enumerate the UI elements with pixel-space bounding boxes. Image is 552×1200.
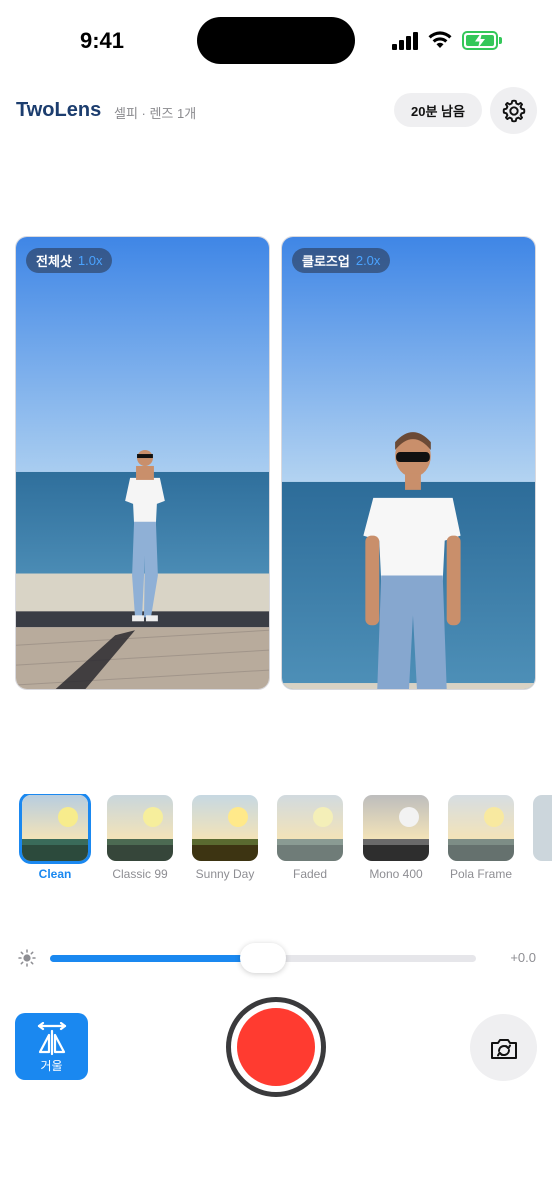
filter-strip[interactable]: Clean Classic 99 Sunny Day Faded Mono 40… bbox=[0, 794, 552, 884]
lens-badge-full: 전체샷 1.0x bbox=[26, 248, 113, 273]
lens-zoom: 2.0x bbox=[355, 253, 381, 268]
settings-button[interactable] bbox=[490, 87, 537, 134]
wifi-icon bbox=[428, 31, 452, 48]
app-subtitle: 셀피 · 렌즈 1개 bbox=[114, 106, 197, 121]
lens-zoom: 1.0x bbox=[77, 253, 103, 268]
lens-label: 전체샷 bbox=[36, 254, 72, 269]
gear-icon bbox=[502, 99, 525, 122]
full-shot-photo bbox=[16, 237, 269, 689]
record-button[interactable] bbox=[226, 997, 326, 1097]
mirror-flip-icon bbox=[37, 1022, 67, 1056]
cellular-signal-icon bbox=[392, 32, 420, 50]
filter-label: Sunny Day bbox=[195, 867, 255, 881]
battery-icon bbox=[462, 31, 498, 50]
filter-thumbnail bbox=[448, 795, 514, 861]
filter-item-sunny-day[interactable]: Sunny Day bbox=[191, 794, 259, 881]
filter-thumbnail bbox=[533, 795, 552, 861]
exposure-slider-thumb[interactable] bbox=[240, 943, 286, 973]
time-remaining-pill[interactable]: 20분 남음 bbox=[394, 93, 482, 127]
filter-item-classic-99[interactable]: Classic 99 bbox=[106, 794, 174, 881]
filter-thumbnail bbox=[19, 794, 91, 864]
mirror-label: 거울 bbox=[40, 1059, 63, 1073]
filter-thumbnail bbox=[107, 795, 173, 861]
lens-badge-close-up: 클로즈업 2.0x bbox=[292, 248, 391, 273]
record-icon bbox=[237, 1008, 315, 1086]
preview-full-shot[interactable]: 전체샷 1.0x bbox=[15, 236, 270, 690]
battery-tip bbox=[499, 37, 502, 44]
lens-label: 클로즈업 bbox=[302, 254, 350, 269]
app-title: TwoLens bbox=[16, 99, 102, 121]
status-bar: 9:41 bbox=[0, 0, 552, 80]
filter-item-pola-frame[interactable]: Pola Frame bbox=[447, 794, 515, 881]
preview-close-up[interactable]: 클로즈업 2.0x bbox=[281, 236, 536, 690]
filter-item-clean[interactable]: Clean bbox=[19, 794, 91, 881]
filter-label: Pola Frame bbox=[449, 867, 513, 881]
filter-label: Faded bbox=[292, 867, 328, 881]
filter-item-mono-400[interactable]: Mono 400 bbox=[362, 794, 430, 881]
filter-thumbnail bbox=[363, 795, 429, 861]
close-up-photo bbox=[282, 237, 535, 689]
mirror-button[interactable]: 거울 bbox=[15, 1013, 88, 1080]
filter-thumbnail bbox=[277, 795, 343, 861]
flip-camera-button[interactable] bbox=[470, 1014, 537, 1081]
filter-label: Clean bbox=[38, 867, 72, 881]
filter-thumbnail bbox=[192, 795, 258, 861]
camera-flip-icon bbox=[490, 1038, 517, 1059]
filter-label: Mono 400 bbox=[369, 867, 423, 881]
exposure-value: +0.0 bbox=[510, 950, 536, 965]
dynamic-island bbox=[197, 17, 355, 64]
filter-label: Classic 99 bbox=[112, 867, 168, 881]
exposure-slider-fill bbox=[50, 955, 263, 962]
brightness-icon bbox=[18, 949, 36, 967]
filter-item-faded[interactable]: Faded bbox=[276, 794, 344, 881]
status-time: 9:41 bbox=[80, 28, 125, 53]
filter-item-partial[interactable] bbox=[532, 794, 552, 861]
